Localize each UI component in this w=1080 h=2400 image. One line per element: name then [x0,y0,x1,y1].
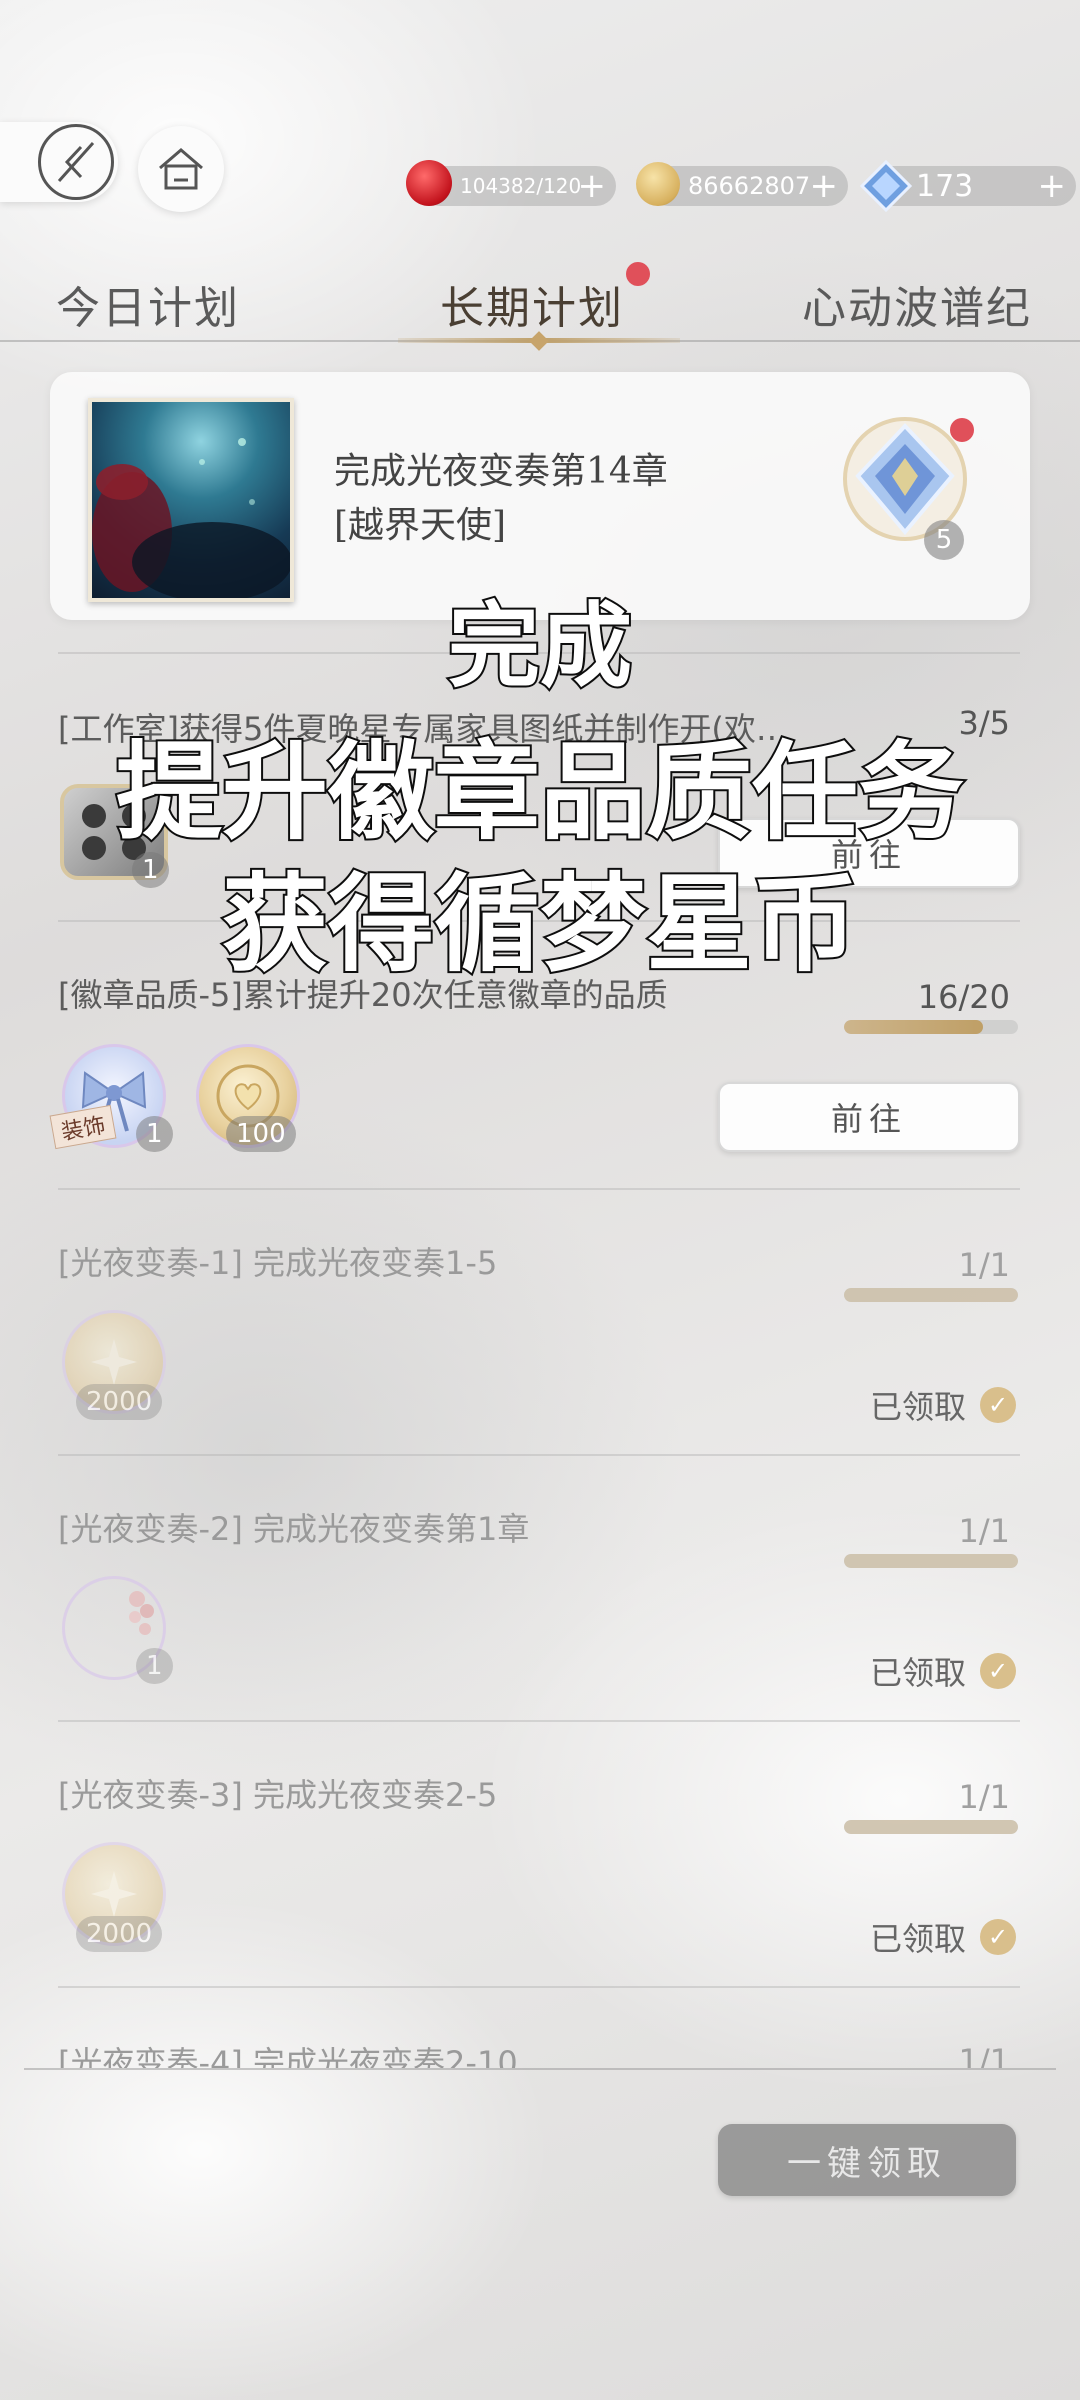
task-progress-bar [844,1020,1018,1034]
back-arrow-icon [38,124,114,200]
progress-fill [844,1554,1018,1568]
progress-fill [844,1820,1018,1834]
cutoff-row: [光夜变奏-4] 完成光夜变奏2-10 1/1 [0,2024,1080,2068]
tab-today[interactable]: 今日计划 [56,272,240,336]
overlay-caption-line-1: 完成 [446,591,634,702]
divider [58,1188,1020,1190]
task-title: [光夜变奏-3] 完成光夜变奏2-5 [58,1776,498,1814]
reward-count: 2000 [76,1384,163,1420]
add-crystal-button[interactable]: + [1038,168,1067,204]
home-icon [159,148,203,190]
footer-divider [24,2068,1056,2070]
resource-gold-value: 86662807 [688,172,811,200]
claimed-label: 已领取 [869,1654,966,1692]
add-gold-button[interactable]: + [810,168,839,204]
divider [58,1720,1020,1722]
task-progress-bar [844,1554,1018,1568]
task-progress: 1/1 [958,1246,1011,1284]
notification-dot [626,262,650,286]
claim-all-button[interactable]: 一键领取 [718,2124,1016,2196]
reward-notification-dot [950,418,974,442]
reward-count: 100 [226,1116,296,1152]
task-progress: 1/1 [958,1512,1011,1550]
home-button[interactable] [138,126,224,212]
claimed-status: 已领取 ✓ [870,1914,1016,1960]
featured-task-title: 完成光夜变奏第14章 [334,451,668,492]
task-progress-bar [844,1820,1018,1834]
check-icon: ✓ [980,1653,1016,1689]
claimed-status: 已领取 ✓ [870,1648,1016,1694]
tab-heartbeat-spectrum[interactable]: 心动波谱纪 [802,272,1032,336]
claimed-label: 已领取 [869,1920,966,1958]
add-apple-button[interactable]: + [578,168,607,204]
back-button[interactable] [0,122,118,202]
check-icon: ✓ [980,1919,1016,1955]
task-progress-bar [844,1288,1018,1302]
progress-fill [844,1020,984,1034]
claimed-status: 已领取 ✓ [870,1382,1016,1428]
claimed-label: 已领取 [869,1388,966,1426]
go-button[interactable]: 前往 [718,1082,1020,1152]
task-title: [光夜变奏-2] 完成光夜变奏第1章 [58,1510,530,1548]
apple-icon [406,160,452,206]
featured-task-subtitle: [越界天使] [334,505,507,546]
check-icon: ✓ [980,1387,1016,1423]
reward-count: 2000 [76,1916,163,1952]
overlay-caption-line-3: 获得循梦星币 [220,861,860,988]
overlay-caption-line-2: 提升徽章品质任务 [114,729,966,856]
featured-reward-count: 5 [924,520,964,560]
gold-coin-icon [636,162,680,206]
reward-count: 1 [136,1648,173,1684]
resource-crystal-value: 173 [916,168,974,204]
task-progress: 1/1 [958,1778,1011,1816]
progress-fill [844,1288,1018,1302]
divider [58,1454,1020,1456]
tab-long-term[interactable]: 长期计划 [440,272,624,336]
reward-count: 1 [136,1116,173,1152]
divider [58,1986,1020,1988]
crystal-icon [860,160,912,212]
resource-apple-value: 104382/120 [460,174,582,198]
task-progress: 1/1 [958,2042,1011,2068]
task-title: [光夜变奏-1] 完成光夜变奏1-5 [58,1244,498,1282]
task-title: [光夜变奏-4] 完成光夜变奏2-10 [58,2044,518,2068]
